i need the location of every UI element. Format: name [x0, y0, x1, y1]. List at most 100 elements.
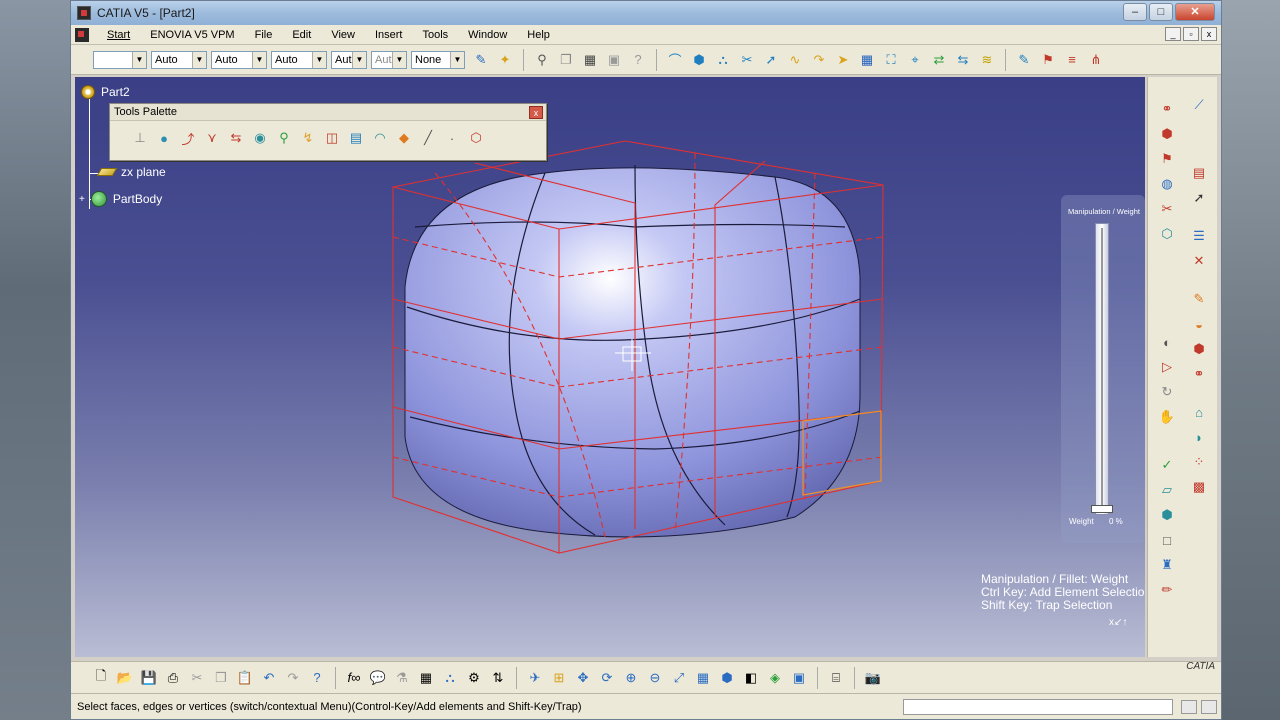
curve-tool-icon[interactable]: ↯	[299, 129, 317, 147]
properties-icon[interactable]: ✦	[495, 50, 515, 70]
brush-icon[interactable]: ✎	[1188, 288, 1210, 310]
maximize-button[interactable]: □	[1149, 3, 1173, 21]
texture-icon[interactable]: ▤	[347, 129, 365, 147]
feature-icon[interactable]: ⌂	[1188, 401, 1210, 423]
tree-root-part[interactable]: Part2	[81, 85, 130, 99]
formula-icon[interactable]: f∞	[344, 668, 364, 688]
tree-item-zx-plane[interactable]: zx plane	[96, 165, 166, 179]
comb-icon[interactable]: ⋔	[1086, 50, 1106, 70]
solid-icon[interactable]: ⬢	[1156, 504, 1178, 526]
copy-icon[interactable]: ❐	[211, 668, 231, 688]
open-folder-icon[interactable]: 📂	[115, 668, 135, 688]
palette-close-button[interactable]: x	[529, 105, 543, 119]
flag-icon[interactable]: ⚑	[1156, 148, 1178, 170]
pdf-icon[interactable]: ▤	[1188, 162, 1210, 184]
multi-view-icon[interactable]: ▦	[693, 668, 713, 688]
analysis-icon[interactable]: ⚭	[1188, 363, 1210, 385]
fit-all-icon[interactable]: ⊞	[549, 668, 569, 688]
cursor-icon[interactable]: ▷	[1156, 356, 1178, 378]
zoom-out-icon[interactable]: ⊖	[645, 668, 665, 688]
camera-icon[interactable]: 📷	[863, 668, 883, 688]
command-cancel-button[interactable]	[1201, 699, 1217, 714]
save-icon[interactable]: 💾	[139, 668, 159, 688]
line-type-combo[interactable]: Auto ▼	[271, 50, 327, 69]
transparency-combo[interactable]: Auto ▼	[151, 50, 207, 69]
redo-icon[interactable]: ↷	[283, 668, 303, 688]
eye-icon[interactable]: ◐	[1156, 331, 1178, 353]
cut-icon[interactable]: ✂	[737, 50, 757, 70]
box-edit-icon[interactable]: ⬢	[1156, 123, 1178, 145]
layers-icon[interactable]: ≋	[977, 50, 997, 70]
line-thickness-combo[interactable]: Auto ▼	[211, 50, 267, 69]
curve-icon[interactable]: ∿	[785, 50, 805, 70]
workbench-icon[interactable]: ⌸	[826, 668, 846, 688]
render-style-combo[interactable]: Aut ▼	[371, 50, 407, 69]
globe-icon[interactable]: ◍	[1156, 173, 1178, 195]
box-icon[interactable]: ⬡	[467, 129, 485, 147]
cube-grid-icon[interactable]: ▩	[1188, 476, 1210, 498]
compass-icon[interactable]: ⊥	[131, 129, 149, 147]
line-icon[interactable]: ╱	[419, 129, 437, 147]
catalog-icon[interactable]: ⛬	[440, 668, 460, 688]
direction-icon[interactable]: ⇆	[227, 129, 245, 147]
split-axis-icon[interactable]: ⋎	[203, 129, 221, 147]
join-icon[interactable]: ⇆	[953, 50, 973, 70]
zoom-in-icon[interactable]: ⊕	[621, 668, 641, 688]
frame-icon[interactable]: ◫	[323, 129, 341, 147]
command-ok-button[interactable]	[1181, 699, 1197, 714]
help-icon[interactable]: ?	[628, 50, 648, 70]
weight-slider-track[interactable]	[1095, 223, 1109, 515]
3d-viewport[interactable]: Part2 zx plane + PartBody Tools Palette …	[75, 77, 1145, 657]
comment-icon[interactable]: 💬	[368, 668, 388, 688]
menu-file[interactable]: File	[245, 25, 283, 45]
doc-close-button[interactable]: x	[1201, 27, 1217, 41]
painter-icon[interactable]: ✎	[471, 50, 491, 70]
pan-icon[interactable]: ✥	[573, 668, 593, 688]
analysis-tool-icon[interactable]: ⚙	[464, 668, 484, 688]
square-icon[interactable]: □	[1156, 529, 1178, 551]
palette-header[interactable]: Tools Palette x	[110, 104, 546, 121]
sphere-3d-icon[interactable]: ⬢	[1188, 338, 1210, 360]
eraser-icon[interactable]: ◆	[395, 129, 413, 147]
new-file-icon[interactable]: 🗋	[91, 668, 111, 688]
arc-icon[interactable]: ◠	[371, 129, 389, 147]
net-surface-icon[interactable]: ⛬	[713, 50, 733, 70]
pointer-icon[interactable]: ➚	[761, 50, 781, 70]
subdivision-model[interactable]	[75, 77, 1145, 657]
symmetry-icon[interactable]: ⛶	[881, 50, 901, 70]
check-icon[interactable]: ✓	[1156, 454, 1178, 476]
tool-icon[interactable]: ✂	[1156, 198, 1178, 220]
cut-icon[interactable]: ✂	[187, 668, 207, 688]
image-icon[interactable]: ▣	[604, 50, 624, 70]
bottle-icon[interactable]: ♜	[1156, 554, 1178, 576]
iso-view-icon[interactable]: ⬢	[717, 668, 737, 688]
target-icon[interactable]: ⌖	[905, 50, 925, 70]
sketch-icon[interactable]: ⟋	[1188, 94, 1210, 116]
weight-slider-thumb[interactable]	[1091, 505, 1113, 513]
menu-help[interactable]: Help	[517, 25, 560, 45]
menu-tools[interactable]: Tools	[412, 25, 458, 45]
swap-space-icon[interactable]: ▣	[789, 668, 809, 688]
document-icon[interactable]	[75, 27, 89, 42]
patch-grid-icon[interactable]: ▦	[857, 50, 877, 70]
xyz-icon[interactable]: ✕	[1188, 250, 1210, 272]
cup-icon[interactable]: ◗	[1188, 426, 1210, 448]
split-icon[interactable]: ⇄	[929, 50, 949, 70]
axis-icon[interactable]: ⤴	[179, 129, 197, 147]
table-icon[interactable]: ▦	[416, 668, 436, 688]
rotate-view-icon[interactable]: ⟳	[597, 668, 617, 688]
layer-combo[interactable]: None ▼	[411, 50, 465, 69]
print-icon[interactable]: ⎙	[163, 668, 183, 688]
menu-enovia[interactable]: ENOVIA V5 VPM	[140, 25, 244, 45]
menu-view[interactable]: View	[321, 25, 365, 45]
copy-icon[interactable]: ❐	[556, 50, 576, 70]
hide-show-icon[interactable]: ◈	[765, 668, 785, 688]
paste-icon[interactable]: 📋	[235, 668, 255, 688]
command-input[interactable]	[903, 698, 1173, 715]
undo-icon[interactable]: ↶	[259, 668, 279, 688]
update-icon[interactable]: ⇅	[488, 668, 508, 688]
link-icon[interactable]: ⚲	[532, 50, 552, 70]
whats-this-icon[interactable]: ?	[307, 668, 327, 688]
cube-icon[interactable]: ⬢	[689, 50, 709, 70]
list-icon[interactable]: ☰	[1188, 225, 1210, 247]
